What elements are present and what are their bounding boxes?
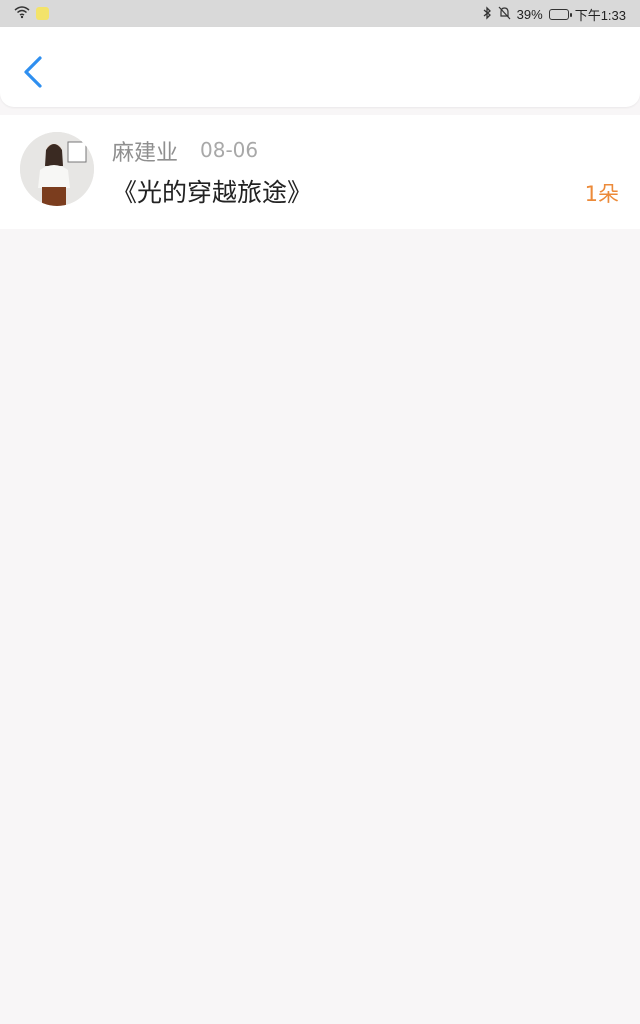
battery-icon xyxy=(548,9,572,20)
mute-icon xyxy=(498,6,511,23)
clock: 下午1:33 xyxy=(574,8,626,23)
app-notification-icon xyxy=(36,7,49,20)
wifi-icon xyxy=(14,5,30,22)
top-bar xyxy=(0,27,640,107)
chevron-left-icon xyxy=(24,56,42,88)
author-name: 麻建业 xyxy=(112,141,179,166)
status-bar: 39% 下午1:33 xyxy=(0,0,640,27)
avatar[interactable] xyxy=(20,132,94,206)
bluetooth-icon xyxy=(482,6,492,23)
back-button[interactable] xyxy=(18,53,50,91)
user-avatar-image xyxy=(20,132,94,206)
status-left xyxy=(14,5,49,22)
flower-record-item[interactable]: 麻建业 08-06 《光的穿越旅途》 1朵 xyxy=(0,115,640,229)
post-date: 08-06 xyxy=(200,138,259,162)
status-right: 39% 下午1:33 xyxy=(482,5,626,24)
flower-count: 1朵 xyxy=(584,182,619,206)
work-title[interactable]: 《光的穿越旅途》 xyxy=(112,173,312,209)
battery-level: 39% xyxy=(516,7,543,22)
